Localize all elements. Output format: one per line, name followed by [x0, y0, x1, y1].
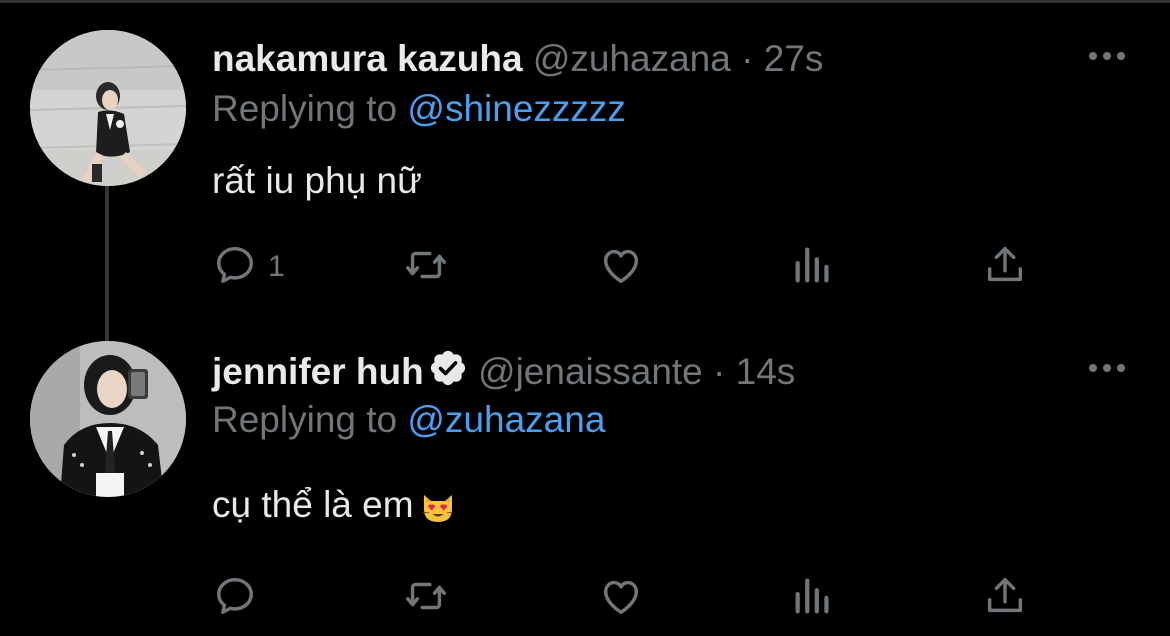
- replying-prefix: Replying to: [212, 399, 398, 440]
- timestamp[interactable]: 14s: [736, 351, 796, 392]
- share-icon: [982, 242, 1028, 293]
- verified-badge-icon: [428, 348, 468, 388]
- tweet[interactable]: nakamura kazuha @zuhazana · 27s Replying…: [0, 0, 1170, 320]
- views-icon: [790, 242, 836, 293]
- retweet-icon: [403, 573, 449, 624]
- retweet-button[interactable]: [403, 575, 449, 621]
- views-button[interactable]: [790, 575, 836, 621]
- replying-to-mention[interactable]: @shinezzzzz: [407, 88, 626, 129]
- views-button[interactable]: [790, 244, 836, 290]
- reply-button[interactable]: [212, 575, 268, 621]
- tweet-text-container: cụ thể là em: [212, 482, 456, 528]
- retweet-button[interactable]: [403, 244, 449, 290]
- views-icon: [790, 573, 836, 624]
- share-button[interactable]: [982, 244, 1028, 290]
- display-name[interactable]: jennifer huh: [212, 351, 424, 392]
- more-icon[interactable]: [1086, 358, 1128, 378]
- action-bar: 1: [212, 244, 1052, 290]
- tweet-text: rất iu phụ nữ: [212, 160, 422, 201]
- handle[interactable]: @jenaissante: [478, 351, 703, 392]
- reply-count: 1: [268, 250, 285, 283]
- action-bar: [212, 575, 1052, 621]
- display-name[interactable]: nakamura kazuha: [212, 38, 523, 79]
- tweet-text: cụ thể là em: [212, 484, 414, 525]
- avatar[interactable]: [30, 341, 186, 497]
- replying-prefix: Replying to: [212, 88, 398, 129]
- tweet[interactable]: jennifer huh @jenaissante · 14s Replying…: [0, 330, 1170, 636]
- replying-to-mention[interactable]: @zuhazana: [407, 399, 605, 440]
- share-button[interactable]: [982, 575, 1028, 621]
- replying-to: Replying to @shinezzzzz: [212, 86, 626, 132]
- separator-dot: ·: [741, 38, 754, 79]
- retweet-icon: [403, 242, 449, 293]
- timestamp[interactable]: 27s: [764, 38, 824, 79]
- tweet-header: nakamura kazuha @zuhazana · 27s: [212, 36, 823, 82]
- avatar[interactable]: [30, 30, 186, 186]
- more-icon[interactable]: [1086, 46, 1128, 66]
- reply-icon: [212, 242, 258, 293]
- like-button[interactable]: [598, 575, 644, 621]
- reply-icon: [212, 573, 258, 624]
- replying-to: Replying to @zuhazana: [212, 397, 605, 443]
- tweet-header: jennifer huh @jenaissante · 14s: [212, 348, 795, 395]
- share-icon: [982, 573, 1028, 624]
- reply-button[interactable]: 1: [212, 244, 285, 290]
- like-icon: [598, 242, 644, 293]
- separator-dot: ·: [713, 351, 726, 392]
- like-button[interactable]: [598, 244, 644, 290]
- like-icon: [598, 573, 644, 624]
- heart-eyes-cat-emoji-icon: [420, 489, 456, 525]
- handle[interactable]: @zuhazana: [533, 38, 731, 79]
